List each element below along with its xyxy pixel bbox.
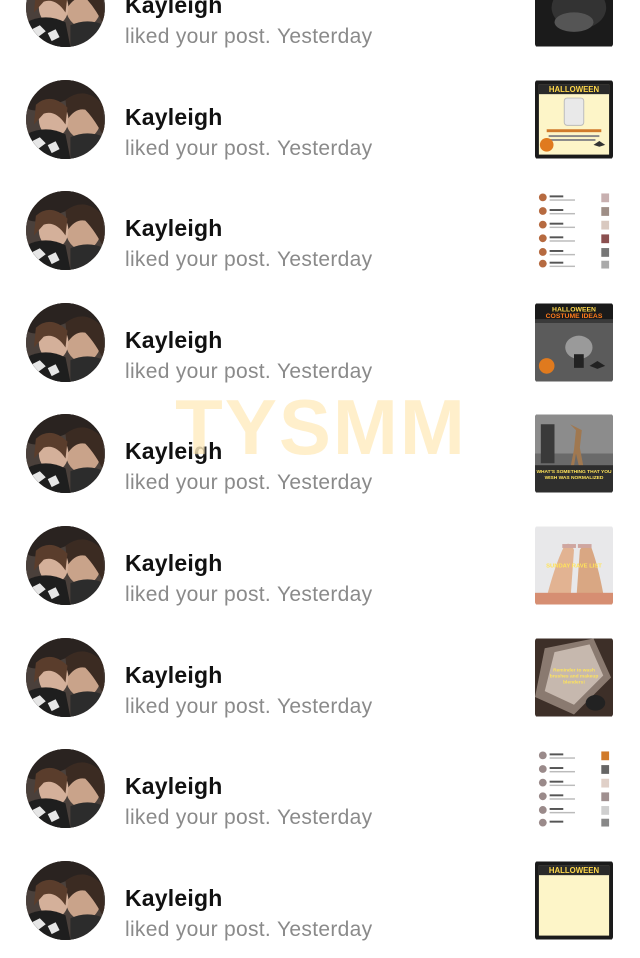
action-text: liked your post.: [125, 694, 272, 718]
avatar[interactable]: [26, 0, 105, 47]
notification-row[interactable]: Kayleigh liked your post. Yesterday HALLO…: [0, 289, 640, 401]
svg-text:COSTUME IDEAS: COSTUME IDEAS: [546, 313, 603, 320]
notification-row[interactable]: Kayleigh liked your post. Yesterday: [0, 177, 640, 289]
action-text: liked your post.: [125, 248, 272, 272]
svg-text:SUNDAY RAVE LIST: SUNDAY RAVE LIST: [546, 563, 602, 569]
notification-text: liked your post. Yesterday: [125, 918, 372, 942]
action-text: liked your post.: [125, 136, 272, 160]
post-image: HALLOWEENCOSTUME IDEAS: [535, 303, 613, 382]
notification-row[interactable]: Kayleigh liked your post. Yesterday WHAT'…: [0, 400, 640, 512]
post-thumbnail[interactable]: SUNDAY RAVE LIST: [535, 526, 613, 605]
svg-text:brushes and makeup: brushes and makeup: [550, 673, 599, 679]
post-thumbnail[interactable]: [535, 191, 613, 270]
avatar[interactable]: [26, 525, 105, 605]
timestamp: Yesterday: [277, 694, 373, 718]
username[interactable]: Kayleigh: [125, 773, 222, 800]
post-image: [535, 191, 613, 270]
avatar[interactable]: [26, 749, 105, 829]
avatar[interactable]: [26, 637, 105, 717]
username[interactable]: Kayleigh: [125, 438, 222, 465]
notification-text: liked your post. Yesterday: [125, 471, 372, 495]
svg-text:WISH WAS NORMALIZED: WISH WAS NORMALIZED: [545, 475, 604, 481]
notification-text: liked your post. Yesterday: [125, 360, 372, 384]
action-text: liked your post.: [125, 359, 272, 383]
username[interactable]: Kayleigh: [125, 104, 222, 131]
notification-text: liked your post. Yesterday: [125, 137, 372, 161]
post-image: Reminder to washbrushes and makeupblende…: [535, 638, 613, 717]
username[interactable]: Kayleigh: [125, 0, 222, 19]
avatar-photo: [26, 637, 105, 717]
notification-row[interactable]: Kayleigh liked your post. Yesterday: [0, 735, 640, 847]
timestamp: Yesterday: [277, 806, 373, 830]
notification-text: liked your post. Yesterday: [125, 248, 372, 272]
timestamp: Yesterday: [277, 136, 373, 160]
avatar-photo: [26, 0, 105, 47]
username[interactable]: Kayleigh: [125, 885, 222, 912]
avatar-photo: [26, 79, 105, 159]
svg-text:blenders!: blenders!: [563, 679, 585, 685]
svg-text:HALLOWEEN: HALLOWEEN: [549, 85, 600, 94]
svg-text:HALLOWEEN: HALLOWEEN: [549, 866, 600, 875]
post-image: HALLOWEEN: [535, 861, 613, 940]
notification-row[interactable]: Kayleigh liked your post. Yesterday HALLO…: [0, 847, 640, 958]
avatar-photo: [26, 414, 105, 494]
timestamp: Yesterday: [277, 248, 373, 272]
post-thumbnail[interactable]: [535, 0, 613, 47]
post-thumbnail[interactable]: [535, 749, 613, 828]
notification-text: liked your post. Yesterday: [125, 695, 372, 719]
notification-row[interactable]: Kayleigh liked your post. Yesterday Remin…: [0, 624, 640, 736]
action-text: liked your post.: [125, 806, 272, 830]
username[interactable]: Kayleigh: [125, 662, 222, 689]
timestamp: Yesterday: [277, 359, 373, 383]
post-thumbnail[interactable]: WHAT'S SOMETHING THAT YOU WISH WAS NORMAL…: [535, 414, 613, 493]
action-text: liked your post.: [125, 917, 272, 941]
notification-row[interactable]: Kayleigh liked your post. Yesterday: [0, 0, 640, 66]
avatar-photo: [26, 191, 105, 271]
avatar-photo: [26, 302, 105, 382]
notification-row[interactable]: Kayleigh liked your post. Yesterday SUNDA…: [0, 512, 640, 624]
avatar[interactable]: [26, 860, 105, 940]
avatar[interactable]: [26, 79, 105, 159]
notification-text: liked your post. Yesterday: [125, 806, 372, 830]
post-thumbnail[interactable]: HALLOWEEN: [535, 861, 613, 940]
avatar[interactable]: [26, 302, 105, 382]
svg-text:WHAT'S SOMETHING THAT YOU: WHAT'S SOMETHING THAT YOU: [536, 469, 612, 475]
avatar-photo: [26, 860, 105, 940]
post-image: HALLOWEEN: [535, 80, 613, 159]
post-thumbnail[interactable]: HALLOWEEN: [535, 80, 613, 159]
action-text: liked your post.: [125, 582, 272, 606]
post-thumbnail[interactable]: Reminder to wash brushes and makeup blende…: [535, 638, 613, 717]
svg-text:Reminder to wash: Reminder to wash: [553, 667, 595, 673]
notification-list: Kayleigh liked your post. Yesterday Kayle…: [0, 0, 640, 958]
username[interactable]: Kayleigh: [125, 215, 222, 242]
notification-text: liked your post. Yesterday: [125, 583, 372, 607]
timestamp: Yesterday: [277, 471, 373, 495]
username[interactable]: Kayleigh: [125, 550, 222, 577]
avatar-photo: [26, 525, 105, 605]
post-thumbnail[interactable]: HALLOWEEN COSTUME IDEAS: [535, 303, 613, 382]
post-image: [535, 0, 613, 47]
notification-row[interactable]: Kayleigh liked your post. Yesterday HALLO…: [0, 66, 640, 178]
post-image: SUNDAY RAVE LIST: [535, 526, 613, 605]
action-text: liked your post.: [125, 25, 272, 48]
username[interactable]: Kayleigh: [125, 327, 222, 354]
notification-text: liked your post. Yesterday: [125, 25, 372, 49]
action-text: liked your post.: [125, 471, 272, 495]
post-image: WHAT'S SOMETHING THAT YOUWISH WAS NORMAL…: [535, 414, 613, 493]
timestamp: Yesterday: [277, 25, 373, 48]
timestamp: Yesterday: [277, 917, 373, 941]
avatar[interactable]: [26, 414, 105, 494]
avatar[interactable]: [26, 191, 105, 271]
timestamp: Yesterday: [277, 582, 373, 606]
avatar-photo: [26, 749, 105, 829]
post-image: [535, 749, 613, 828]
